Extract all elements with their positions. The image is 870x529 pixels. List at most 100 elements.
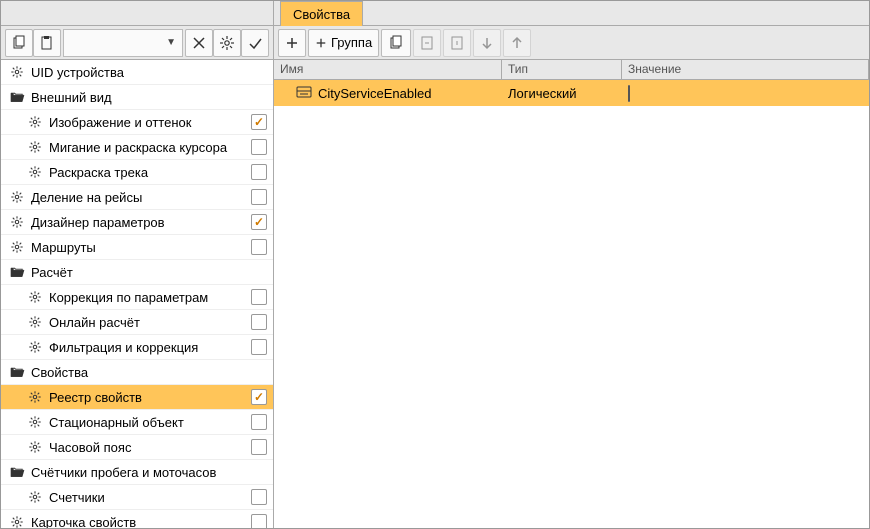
tree-item[interactable]: Деление на рейсы xyxy=(1,185,273,210)
tree-item-checkbox[interactable] xyxy=(251,314,267,330)
right-toolbar: Группа xyxy=(274,26,869,60)
tree-item[interactable]: Стационарный объект xyxy=(1,410,273,435)
tree-item-checkbox[interactable] xyxy=(251,439,267,455)
tree-item[interactable]: Раскраска трека xyxy=(1,160,273,185)
copy-button[interactable] xyxy=(5,29,33,57)
tree-item[interactable]: Счётчики пробега и моточасов xyxy=(1,460,273,485)
tree-item[interactable]: Внешний вид xyxy=(1,85,273,110)
col-header-value[interactable]: Значение xyxy=(622,60,869,79)
gear-icon xyxy=(27,164,43,180)
gear-icon xyxy=(27,139,43,155)
tree-item-checkbox[interactable] xyxy=(251,514,267,528)
tree-item[interactable]: Дизайнер параметров xyxy=(1,210,273,235)
paste-button[interactable] xyxy=(33,29,61,57)
left-panel: ▼ UID устройства Внешний вид Изображение и… xyxy=(1,1,274,528)
clear-button[interactable] xyxy=(185,29,213,57)
tree-item[interactable]: Счетчики xyxy=(1,485,273,510)
apply-button[interactable] xyxy=(241,29,269,57)
right-panel: Свойства Группа xyxy=(274,1,869,528)
folder-open-icon xyxy=(9,364,25,380)
tree-item-checkbox[interactable] xyxy=(251,239,267,255)
cell-type: Логический xyxy=(502,86,622,101)
tree-item-checkbox[interactable] xyxy=(251,489,267,505)
tree-item-label: Счетчики xyxy=(49,490,251,505)
tree-item-label: Свойства xyxy=(31,365,267,380)
tree-item-label: Внешний вид xyxy=(31,90,267,105)
tree-item-label: Изображение и оттенок xyxy=(49,115,251,130)
tree-item[interactable]: Фильтрация и коррекция xyxy=(1,335,273,360)
tree-item[interactable]: Карточка свойств xyxy=(1,510,273,528)
gear-icon xyxy=(9,64,25,80)
cell-name: CityServiceEnabled xyxy=(274,85,502,102)
gear-icon xyxy=(27,339,43,355)
tree-item-checkbox[interactable] xyxy=(251,414,267,430)
col-header-type[interactable]: Тип xyxy=(502,60,622,79)
gear-icon xyxy=(9,514,25,528)
col-header-name[interactable]: Имя xyxy=(274,60,502,79)
move-up-button xyxy=(503,29,531,57)
add-group-button[interactable]: Группа xyxy=(308,29,379,57)
add-group-label: Группа xyxy=(331,35,372,50)
tree-item[interactable]: Мигание и раскраска курсора xyxy=(1,135,273,160)
tree-item[interactable]: Реестр свойств xyxy=(1,385,273,410)
tree-item-checkbox[interactable] xyxy=(251,289,267,305)
tree-item-checkbox[interactable] xyxy=(251,189,267,205)
tree-item-label: Маршруты xyxy=(31,240,251,255)
tree-item-label: Онлайн расчёт xyxy=(49,315,251,330)
property-icon xyxy=(296,85,312,102)
tree-item-label: Реестр свойств xyxy=(49,390,251,405)
gear-icon xyxy=(27,389,43,405)
tree[interactable]: UID устройства Внешний вид Изображение и о… xyxy=(1,60,273,528)
folder-open-icon xyxy=(9,264,25,280)
add-button[interactable] xyxy=(278,29,306,57)
file-export-button xyxy=(443,29,471,57)
tree-item-label: Стационарный объект xyxy=(49,415,251,430)
tree-item[interactable]: UID устройства xyxy=(1,60,273,85)
tree-item-label: Коррекция по параметрам xyxy=(49,290,251,305)
tree-item-label: Дизайнер параметров xyxy=(31,215,251,230)
gear-icon xyxy=(9,214,25,230)
tree-item-label: Счётчики пробега и моточасов xyxy=(31,465,267,480)
gear-icon xyxy=(27,414,43,430)
move-down-button xyxy=(473,29,501,57)
gear-icon xyxy=(27,114,43,130)
tree-item[interactable]: Расчёт xyxy=(1,260,273,285)
tree-item[interactable]: Маршруты xyxy=(1,235,273,260)
folder-open-icon xyxy=(9,464,25,480)
tree-item-checkbox[interactable] xyxy=(251,214,267,230)
tree-item-checkbox[interactable] xyxy=(251,164,267,180)
copy-prop-button[interactable] xyxy=(381,29,411,57)
tree-item-label: Деление на рейсы xyxy=(31,190,251,205)
tree-item[interactable]: Свойства xyxy=(1,360,273,385)
tree-item[interactable]: Изображение и оттенок xyxy=(1,110,273,135)
gear-icon xyxy=(27,489,43,505)
chevron-down-icon: ▼ xyxy=(166,37,176,48)
tree-item[interactable]: Онлайн расчёт xyxy=(1,310,273,335)
tree-item-label: UID устройства xyxy=(31,65,267,80)
gear-icon xyxy=(27,439,43,455)
tree-item-label: Раскраска трека xyxy=(49,165,251,180)
tree-item-checkbox[interactable] xyxy=(251,389,267,405)
tree-item[interactable]: Часовой пояс xyxy=(1,435,273,460)
filter-combo[interactable]: ▼ xyxy=(63,29,183,57)
tree-item-label: Фильтрация и коррекция xyxy=(49,340,251,355)
grid-body: CityServiceEnabledЛогический xyxy=(274,80,869,528)
file-import-button xyxy=(413,29,441,57)
cell-value xyxy=(622,86,869,101)
tree-item-label: Мигание и раскраска курсора xyxy=(49,140,251,155)
tree-item-label: Расчёт xyxy=(31,265,267,280)
tree-item-checkbox[interactable] xyxy=(251,139,267,155)
tree-item-checkbox[interactable] xyxy=(251,339,267,355)
right-tabstrip: Свойства xyxy=(274,1,869,26)
gear-icon xyxy=(27,289,43,305)
value-checkbox[interactable] xyxy=(628,85,630,102)
grid-row[interactable]: CityServiceEnabledЛогический xyxy=(274,80,869,106)
folder-open-icon xyxy=(9,89,25,105)
left-tabstrip xyxy=(1,1,273,26)
gear-icon xyxy=(27,314,43,330)
tree-item-checkbox[interactable] xyxy=(251,114,267,130)
tab-properties[interactable]: Свойства xyxy=(280,1,363,26)
settings-button[interactable] xyxy=(213,29,241,57)
left-toolbar: ▼ xyxy=(1,26,273,60)
tree-item[interactable]: Коррекция по параметрам xyxy=(1,285,273,310)
